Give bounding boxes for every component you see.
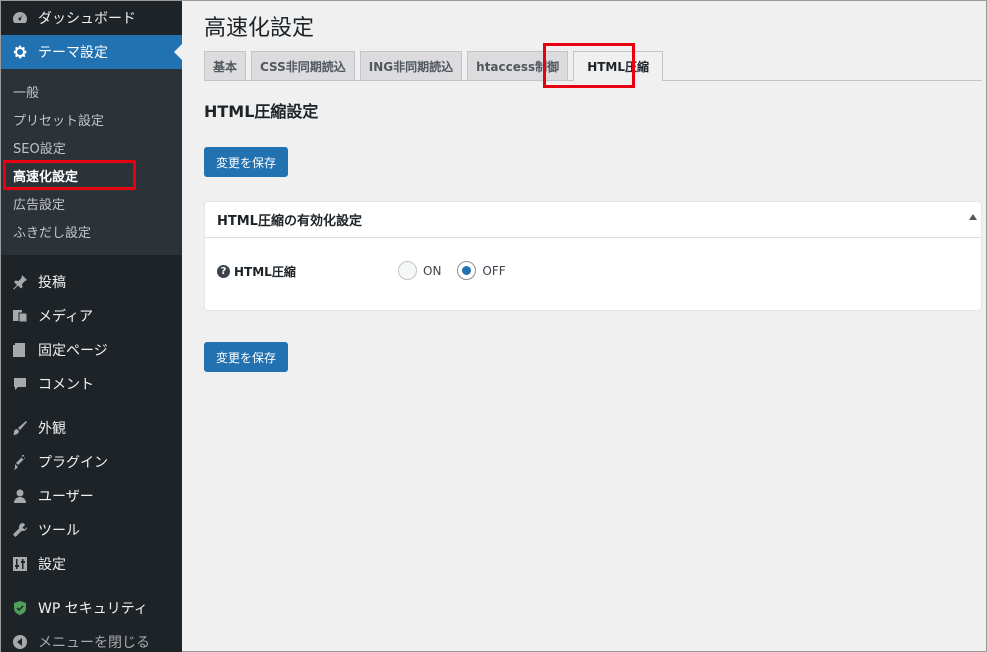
menu-label: テーマ設定: [38, 45, 108, 61]
menu-label: コメント: [38, 377, 94, 393]
help-icon[interactable]: ?: [217, 265, 230, 278]
menu-tools[interactable]: ツール: [1, 513, 182, 547]
highlight-box-sidebar: [3, 160, 136, 190]
menu-settings[interactable]: 設定: [1, 547, 182, 581]
comment-icon: [11, 375, 29, 393]
admin-sidebar: ダッシュボード テーマ設定 一般 プリセット設定 SEO設定 高速化設定 広告設…: [1, 1, 182, 652]
settings-icon: [11, 555, 29, 573]
wrench-icon: [11, 521, 29, 539]
submenu-preset[interactable]: プリセット設定: [1, 105, 182, 133]
menu-collapse[interactable]: メニューを閉じる: [1, 625, 182, 652]
menu-theme-settings[interactable]: テーマ設定: [1, 35, 182, 69]
field-label-text: HTML圧縮: [234, 265, 296, 279]
submenu-ads[interactable]: 広告設定: [1, 189, 182, 217]
menu-label: 固定ページ: [38, 343, 108, 359]
collapse-arrow-icon[interactable]: [969, 214, 977, 220]
radio-group: ON OFF: [398, 261, 522, 280]
tab-css-async[interactable]: CSS非同期読込: [251, 51, 355, 80]
radio-circle-on[interactable]: [398, 261, 417, 280]
menu-label: ダッシュボード: [38, 11, 136, 27]
radio-on[interactable]: ON: [398, 261, 441, 280]
page-icon: [11, 341, 29, 359]
menu-plugins[interactable]: プラグイン: [1, 445, 182, 479]
menu-pages[interactable]: 固定ページ: [1, 333, 182, 367]
menu-label: ツール: [38, 523, 80, 539]
save-button-top[interactable]: 変更を保存: [204, 147, 289, 177]
save-button-bottom[interactable]: 変更を保存: [204, 342, 289, 372]
collapse-icon: [11, 633, 29, 651]
plugin-icon: [11, 453, 29, 471]
tab-basic[interactable]: 基本: [204, 51, 247, 80]
brush-icon: [11, 419, 29, 437]
menu-label: 投稿: [38, 275, 66, 291]
menu-comments[interactable]: コメント: [1, 367, 182, 401]
menu-label: ユーザー: [38, 489, 94, 505]
highlight-box-tab: [543, 43, 635, 88]
page-title: 高速化設定: [204, 16, 315, 41]
user-icon: [11, 487, 29, 505]
menu-media[interactable]: メディア: [1, 299, 182, 333]
settings-panel: HTML圧縮の有効化設定 ? HTML圧縮 ON OFF: [204, 201, 982, 311]
dashboard-icon: [11, 9, 29, 27]
menu-label: WP セキュリティ: [38, 601, 148, 617]
menu-label: 設定: [38, 557, 66, 573]
menu-dashboard[interactable]: ダッシュボード: [1, 1, 182, 35]
menu-label: メディア: [38, 309, 94, 325]
submenu-seo[interactable]: SEO設定: [1, 133, 182, 161]
tab-img-async[interactable]: ING非同期読込: [359, 51, 463, 80]
menu-label: 外観: [38, 421, 66, 437]
menu-posts[interactable]: 投稿: [1, 265, 182, 299]
menu-label: メニューを閉じる: [38, 635, 150, 651]
radio-off[interactable]: OFF: [457, 261, 506, 280]
radio-circle-off[interactable]: [457, 261, 477, 280]
shield-icon: [11, 599, 29, 617]
gear-icon: [11, 43, 29, 61]
main-content: 高速化設定 基本 CSS非同期読込 ING非同期読込 htaccess制御 HT…: [182, 1, 986, 651]
submenu-balloon[interactable]: ふきだし設定: [1, 217, 182, 245]
menu-users[interactable]: ユーザー: [1, 479, 182, 513]
pin-icon: [11, 273, 29, 291]
radio-label-on: ON: [423, 263, 442, 278]
field-label: ? HTML圧縮: [217, 263, 296, 280]
menu-appearance[interactable]: 外観: [1, 411, 182, 445]
menu-label: プラグイン: [38, 455, 108, 471]
submenu-general[interactable]: 一般: [1, 77, 182, 105]
panel-header[interactable]: HTML圧縮の有効化設定: [205, 202, 981, 238]
media-icon: [11, 307, 29, 325]
menu-wp-security[interactable]: WP セキュリティ: [1, 591, 182, 625]
radio-label-off: OFF: [482, 263, 506, 278]
panel-title: HTML圧縮の有効化設定: [217, 214, 362, 229]
section-title: HTML圧縮設定: [204, 102, 319, 121]
